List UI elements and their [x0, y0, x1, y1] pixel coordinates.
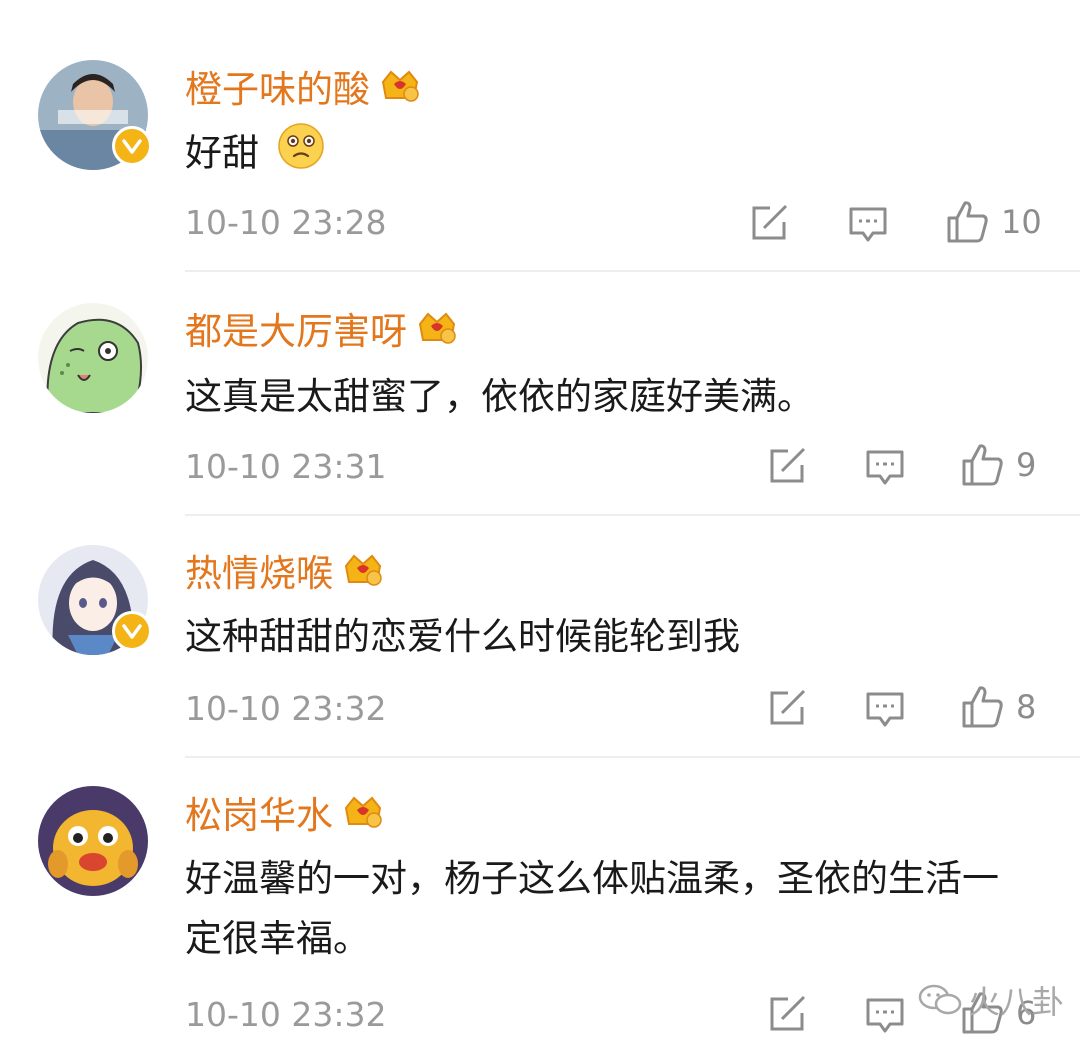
divider — [185, 756, 1080, 758]
avatar[interactable] — [38, 545, 152, 655]
comment-button[interactable] — [865, 997, 905, 1035]
comment-text: 好甜 — [185, 122, 1045, 188]
timestamp: 10-10 23:32 — [185, 689, 387, 728]
verified-badge-icon — [112, 126, 152, 166]
timestamp: 10-10 23:32 — [185, 995, 387, 1034]
sad-face-emoji-icon — [277, 122, 325, 188]
repost-icon — [770, 689, 806, 725]
timestamp: 10-10 23:28 — [185, 203, 387, 242]
thumbs-up-icon — [962, 444, 1003, 486]
comment-button[interactable] — [848, 206, 888, 244]
username[interactable]: 橙子味的酸 — [185, 68, 420, 110]
like-button[interactable]: 10 — [945, 200, 1042, 244]
username[interactable]: 松岗华水 — [185, 794, 383, 836]
like-count: 10 — [1001, 203, 1042, 241]
timestamp: 10-10 23:31 — [185, 447, 387, 486]
vip-crown-icon — [343, 794, 383, 836]
thumbs-up-icon — [947, 201, 988, 243]
repost-icon — [770, 447, 806, 483]
username[interactable]: 都是大厉害呀 — [185, 310, 457, 352]
like-count: 8 — [1016, 688, 1037, 726]
thumbs-up-icon — [962, 686, 1003, 728]
comment-bubble-icon — [866, 450, 904, 485]
divider — [185, 514, 1080, 516]
repost-icon — [752, 204, 788, 240]
verified-badge-icon — [112, 611, 152, 651]
wechat-icon — [918, 984, 962, 1015]
username[interactable]: 热情烧喉 — [185, 552, 383, 594]
vip-crown-icon — [380, 68, 420, 110]
repost-button[interactable] — [750, 204, 790, 242]
repost-icon — [770, 995, 806, 1031]
comment-text: 这种甜甜的恋爱什么时候能轮到我 — [185, 615, 740, 658]
repost-button[interactable] — [768, 689, 808, 727]
like-button[interactable]: 9 — [960, 443, 1036, 487]
avatar[interactable] — [38, 786, 148, 896]
avatar-image — [38, 303, 148, 413]
comment-bubble-icon — [849, 207, 887, 242]
avatar[interactable] — [38, 303, 148, 413]
like-count: 9 — [1016, 446, 1037, 484]
comment-text: 好温馨的一对，杨子这么体贴温柔，圣依的生活一定很幸福。 — [185, 857, 999, 960]
comment-bubble-icon — [866, 998, 904, 1033]
comment-text: 这真是太甜蜜了，依依的家庭好美满。 — [185, 375, 814, 418]
divider — [185, 270, 1080, 272]
avatar-image — [38, 786, 148, 896]
comment-button[interactable] — [865, 691, 905, 729]
repost-button[interactable] — [768, 447, 808, 485]
watermark-label: 火八卦 — [968, 983, 1065, 1021]
avatar[interactable] — [38, 60, 152, 170]
vip-crown-icon — [343, 552, 383, 594]
like-button[interactable]: 8 — [960, 685, 1036, 729]
vip-crown-icon — [417, 310, 457, 352]
comment-bubble-icon — [866, 692, 904, 727]
comment-button[interactable] — [865, 449, 905, 487]
repost-button[interactable] — [768, 995, 808, 1033]
watermark: 火八卦 — [918, 977, 1064, 1023]
